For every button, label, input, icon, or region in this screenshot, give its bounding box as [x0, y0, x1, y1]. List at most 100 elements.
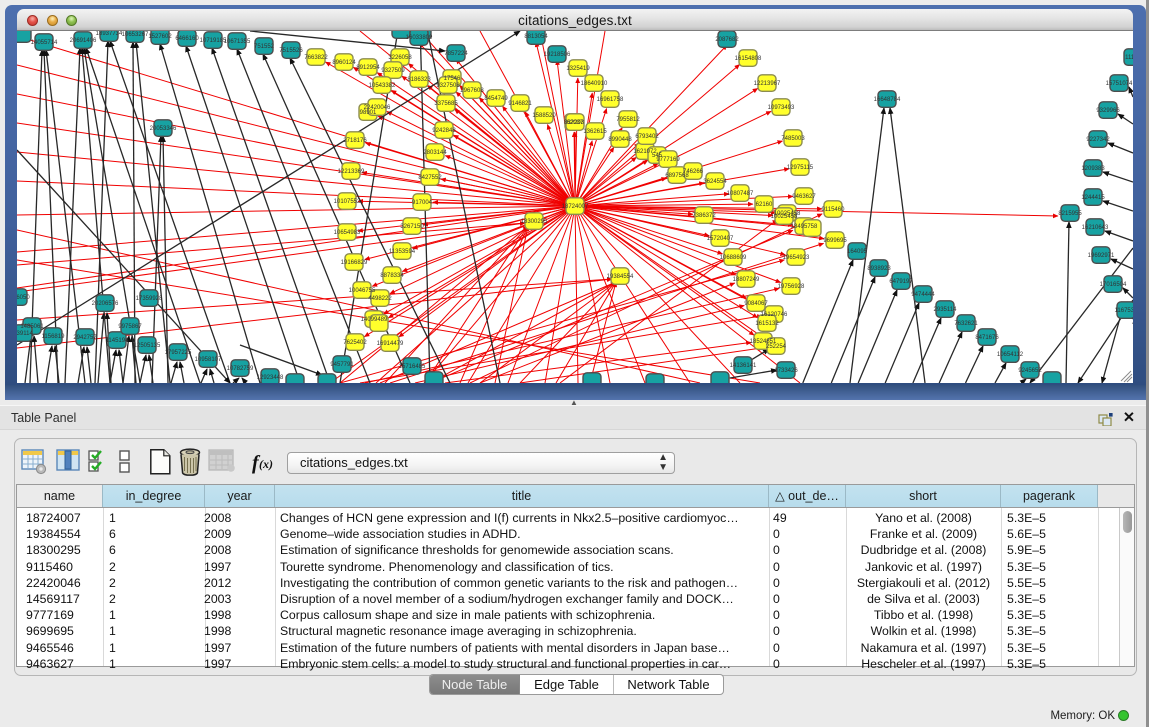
svg-text:9474444: 9474444	[911, 292, 935, 298]
svg-text:3375685: 3375685	[434, 101, 458, 107]
svg-text:1733426: 1733426	[774, 368, 798, 374]
svg-text:7386372: 7386372	[692, 213, 716, 219]
svg-text:917004: 917004	[412, 200, 433, 206]
svg-text:16914479: 16914479	[377, 341, 404, 347]
svg-text:16210643: 16210643	[1082, 225, 1109, 231]
svg-text:18640910: 18640910	[581, 81, 608, 87]
svg-text:17359928: 17359928	[136, 296, 163, 302]
svg-text:16648784: 16648784	[874, 97, 901, 103]
svg-text:10958107: 10958107	[195, 357, 222, 363]
svg-text:2718176: 2718176	[343, 138, 367, 144]
svg-text:10654983: 10654983	[334, 230, 361, 236]
svg-text:12213967: 12213967	[754, 81, 781, 87]
svg-text:62160: 62160	[756, 202, 773, 208]
svg-text:14099489: 14099489	[361, 317, 388, 323]
svg-text:10688609: 10688609	[720, 255, 747, 261]
svg-text:1362615: 1362615	[583, 129, 607, 135]
svg-text:9245652: 9245652	[1018, 368, 1042, 374]
svg-text:8813054: 8813054	[524, 34, 548, 40]
svg-text:8427552: 8427552	[418, 175, 442, 181]
svg-text:3226058: 3226058	[388, 55, 412, 61]
svg-text:1156819: 1156819	[42, 334, 66, 340]
svg-text:18495758: 18495758	[791, 224, 818, 230]
svg-text:3267150: 3267150	[400, 224, 424, 230]
svg-text:1527602: 1527602	[148, 34, 172, 40]
svg-text:16033809: 16033809	[406, 35, 433, 41]
svg-text:11123: 11123	[1125, 55, 1133, 61]
svg-text:7663822: 7663822	[304, 55, 328, 61]
svg-text:19166829: 19166829	[341, 260, 368, 266]
svg-text:7857224: 7857224	[444, 51, 468, 57]
svg-text:12975115: 12975115	[787, 165, 814, 171]
svg-text:14055714: 14055714	[31, 40, 58, 46]
svg-text:10654112: 10654112	[997, 352, 1024, 358]
svg-text:9457791: 9457791	[330, 362, 354, 368]
svg-text:2967608: 2967608	[460, 88, 484, 94]
svg-text:62037: 62037	[567, 120, 584, 126]
svg-text:2087682: 2087682	[715, 37, 739, 43]
svg-text:1615132: 1615132	[755, 321, 779, 327]
svg-text:8215955: 8215955	[1058, 211, 1082, 217]
svg-text:17016504: 17016504	[1100, 282, 1127, 288]
svg-text:8471676: 8471676	[975, 335, 999, 341]
svg-text:7515526: 7515526	[279, 48, 303, 54]
svg-text:9084067: 9084067	[744, 301, 768, 307]
svg-text:6479197: 6479197	[889, 279, 913, 285]
svg-text:19756928: 19756928	[778, 284, 805, 290]
svg-text:939114: 939114	[17, 331, 33, 337]
svg-text:20053346: 20053346	[150, 126, 177, 132]
svg-text:9463627: 9463627	[792, 194, 816, 200]
svg-text:16154808: 16154808	[735, 56, 762, 62]
svg-text:9975867: 9975867	[118, 324, 142, 330]
svg-text:7625402: 7625402	[343, 340, 367, 346]
svg-text:6793402: 6793402	[635, 134, 659, 140]
svg-text:6466160: 6466160	[175, 36, 199, 42]
svg-text:1588520: 1588520	[532, 113, 556, 119]
svg-text:18300295: 18300295	[521, 219, 548, 225]
svg-text:11353594: 11353594	[389, 249, 416, 255]
svg-text:4498222: 4498222	[368, 296, 392, 302]
svg-text:2616050: 2616050	[17, 295, 30, 301]
svg-text:16961758: 16961758	[597, 97, 624, 103]
svg-text:(x): (x)	[259, 457, 273, 471]
svg-text:1145194: 1145194	[106, 338, 130, 344]
svg-text:20691406: 20691406	[70, 38, 97, 44]
svg-text:10107552: 10107552	[334, 199, 361, 205]
svg-text:9699695: 9699695	[823, 238, 847, 244]
svg-text:1485061: 1485061	[20, 324, 44, 330]
svg-text:12213369: 12213369	[338, 169, 365, 175]
svg-text:18937734: 18937734	[96, 31, 123, 37]
svg-text:2935114: 2935114	[934, 307, 958, 313]
svg-text:19384554: 19384554	[607, 274, 634, 280]
svg-text:14136141: 14136141	[730, 363, 757, 369]
svg-text:9115460: 9115460	[822, 207, 846, 213]
svg-text:22420046: 22420046	[364, 105, 391, 111]
svg-text:19218506: 19218506	[544, 52, 571, 58]
svg-text:2803144: 2803144	[423, 150, 447, 156]
svg-text:17546: 17546	[444, 76, 461, 82]
svg-text:10025458: 10025458	[771, 214, 798, 220]
svg-text:19654923: 19654923	[783, 255, 810, 261]
svg-text:7632621: 7632621	[954, 321, 978, 327]
svg-text:20206576: 20206576	[92, 301, 119, 307]
svg-text:9777169: 9777169	[656, 157, 680, 163]
svg-text:8454749: 8454749	[484, 96, 508, 102]
svg-text:9327508: 9327508	[436, 83, 460, 89]
svg-text:8938923: 8938923	[867, 266, 891, 272]
svg-text:751552: 751552	[254, 44, 275, 50]
svg-text:18724007: 18724007	[562, 204, 589, 210]
svg-text:1167533: 1167533	[1115, 308, 1133, 314]
svg-text:8878334: 8878334	[380, 273, 404, 279]
svg-text:8912954: 8912954	[356, 65, 380, 71]
svg-text:3624554: 3624554	[703, 179, 727, 185]
svg-text:7485003: 7485003	[781, 136, 805, 142]
svg-text:10807487: 10807487	[727, 191, 754, 197]
svg-text:8990448: 8990448	[608, 137, 632, 143]
svg-text:9227342: 9227342	[1086, 137, 1110, 143]
svg-text:10782759: 10782759	[227, 366, 254, 372]
svg-text:12923448: 12923448	[257, 375, 284, 381]
svg-text:252254: 252254	[766, 344, 787, 350]
svg-text:7955812: 7955812	[616, 117, 640, 123]
svg-text:17957225: 17957225	[165, 350, 192, 356]
svg-text:9329966: 9329966	[1096, 108, 1120, 114]
